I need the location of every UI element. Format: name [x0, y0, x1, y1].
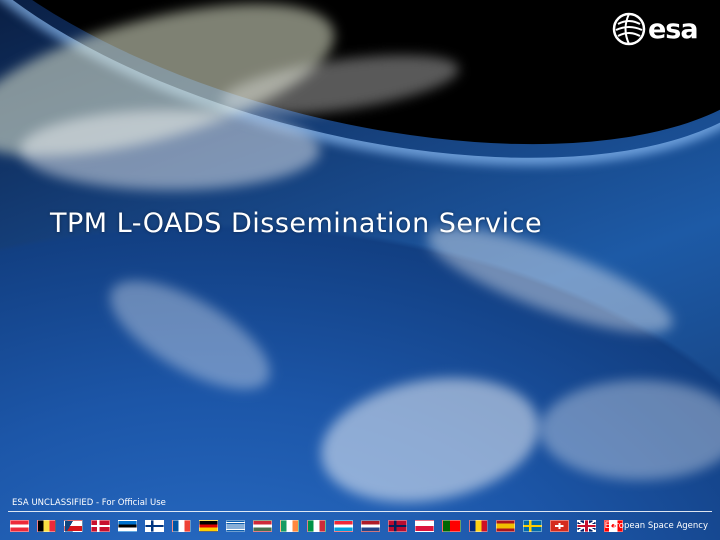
cloud-formation [94, 259, 286, 411]
flag-norway-icon [388, 520, 407, 532]
flag-luxembourg-icon [334, 520, 353, 532]
flag-netherlands-icon [361, 520, 380, 532]
flag-denmark-icon [91, 520, 110, 532]
slide-title: TPM L-OADS Dissemination Service [50, 208, 543, 239]
flag-portugal-icon [442, 520, 461, 532]
footer-divider [8, 511, 712, 512]
esa-logo: esa [612, 12, 699, 46]
cloud-formation [20, 110, 320, 190]
flag-belgium-icon [37, 520, 56, 532]
presentation-slide: esa TPM L-OADS Dissemination Service ESA… [0, 0, 720, 540]
cloud-formation [540, 380, 720, 480]
member-state-flags [10, 520, 623, 532]
flag-france-icon [172, 520, 191, 532]
flag-united-kingdom-icon [577, 520, 596, 532]
classification-label: ESA UNCLASSIFIED - For Official Use [12, 498, 166, 508]
flag-hungary-icon [253, 520, 272, 532]
flag-switzerland-icon [550, 520, 569, 532]
agency-name: European Space Agency [604, 521, 708, 531]
esa-logo-text: esa [648, 13, 699, 45]
flag-romania-icon [469, 520, 488, 532]
flag-poland-icon [415, 520, 434, 532]
flag-estonia-icon [118, 520, 137, 532]
flag-spain-icon [496, 520, 515, 532]
flag-finland-icon [145, 520, 164, 532]
cloud-formation [311, 361, 549, 519]
flag-germany-icon [199, 520, 218, 532]
esa-globe-icon [612, 12, 646, 46]
flag-czech-republic-icon [64, 520, 83, 532]
flag-austria-icon [10, 520, 29, 532]
flag-italy-icon [307, 520, 326, 532]
flag-sweden-icon [523, 520, 542, 532]
flag-ireland-icon [280, 520, 299, 532]
flag-greece-icon [226, 520, 245, 532]
